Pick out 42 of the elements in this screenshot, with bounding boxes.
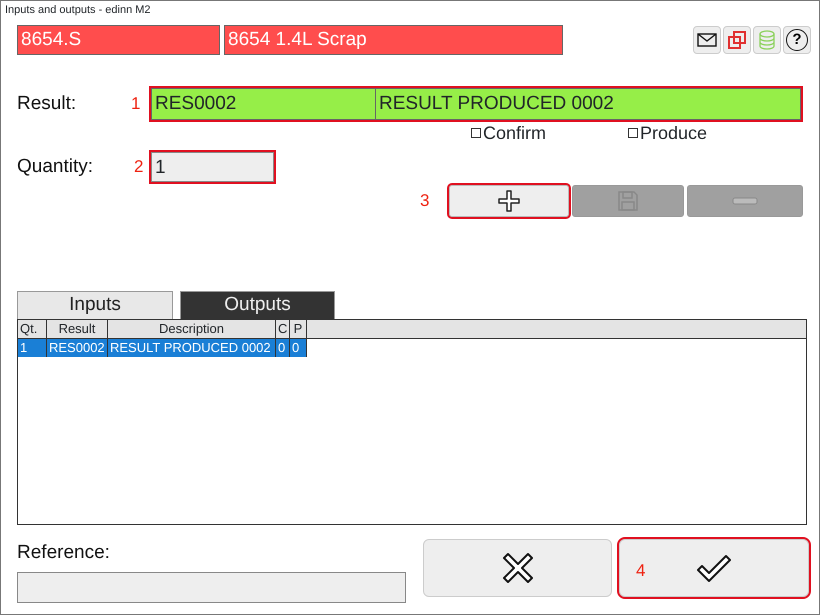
reference-label: Reference:	[17, 541, 111, 565]
reference-field[interactable]	[17, 572, 406, 602]
result-label: Result:	[17, 92, 78, 116]
table-cell: RES0002	[47, 339, 108, 357]
table-cell: 0	[290, 339, 307, 357]
database-icon	[759, 30, 775, 50]
description-field: 8654 1.4L Scrap	[224, 25, 563, 55]
minus-icon	[732, 197, 758, 205]
plus-icon	[497, 189, 522, 213]
confirm-button[interactable]: 4	[619, 539, 809, 597]
mail-button[interactable]	[693, 26, 721, 54]
checkbox[interactable]: Produce	[628, 122, 708, 144]
windows-button[interactable]	[723, 26, 751, 54]
mail-icon	[697, 33, 717, 47]
cancel-button[interactable]	[423, 539, 612, 597]
tab[interactable]: Outputs	[180, 291, 335, 319]
check-icon	[696, 554, 732, 582]
result-code-field[interactable]: RES0002	[151, 88, 376, 120]
column-header: Result	[47, 320, 108, 338]
column-header: C	[276, 320, 290, 338]
quantity-label: Quantity:	[17, 154, 94, 179]
column-header: Description	[108, 320, 276, 338]
plus-button[interactable]	[448, 185, 570, 217]
marker-number: 4	[636, 560, 646, 582]
checkbox[interactable]: Confirm	[471, 122, 546, 144]
close-icon	[502, 552, 534, 584]
windows-icon	[727, 30, 747, 50]
help-button[interactable]: ?	[783, 26, 811, 54]
table-cell: RESULT PRODUCED 0002	[108, 339, 276, 357]
result-description-field[interactable]: RESULT PRODUCED 0002	[376, 88, 801, 120]
marker-number: 2	[134, 156, 144, 178]
floppy-icon	[616, 190, 639, 212]
column-header: Qt.	[18, 320, 47, 338]
tab[interactable]: Inputs	[17, 291, 173, 319]
marker-number: 3	[420, 190, 430, 212]
table-cell: 0	[276, 339, 290, 357]
code-field: 8654.S	[17, 25, 220, 55]
quantity-field[interactable]: 1	[151, 152, 274, 182]
table-cell: 1	[18, 339, 47, 357]
column-header: P	[290, 320, 307, 338]
window-title: Inputs and outputs - edinn M2	[4, 3, 152, 18]
marker-number: 1	[131, 93, 142, 116]
